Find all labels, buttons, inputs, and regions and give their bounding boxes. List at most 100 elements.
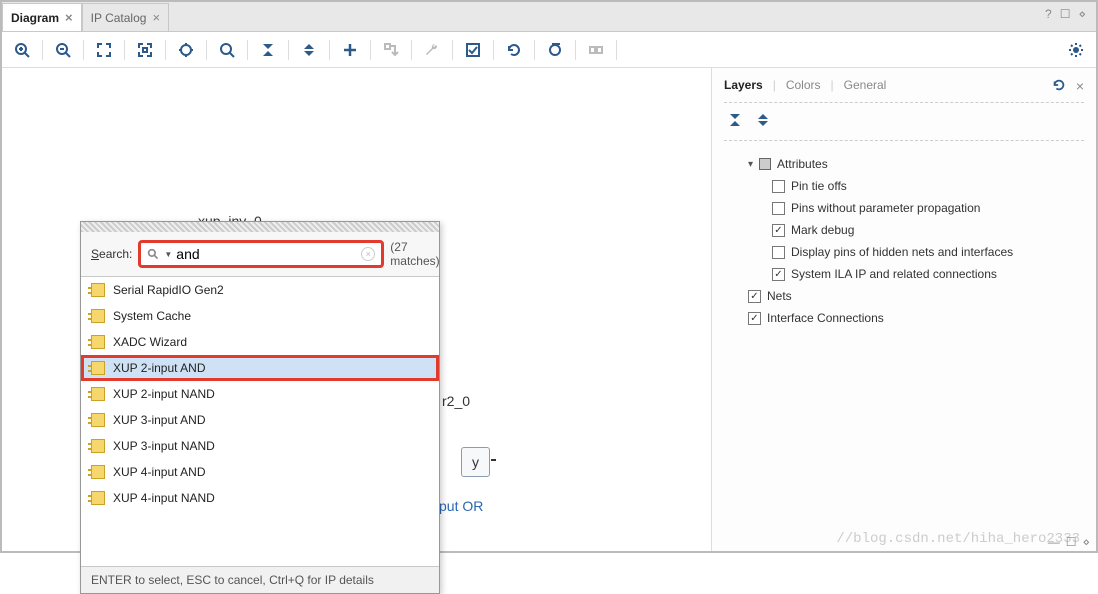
more-icon[interactable]: ⋄: [1078, 7, 1086, 21]
tree-item[interactable]: Pin tie offs: [724, 175, 1084, 197]
ip-chip-icon: [91, 361, 105, 375]
ip-list-item[interactable]: XADC Wizard: [81, 329, 439, 355]
diagram-canvas[interactable]: xup_inv_0 r2_0 y put OR Search: ▼ × (27 …: [2, 68, 711, 551]
maximize-icon[interactable]: ☐: [1060, 7, 1071, 21]
close-icon[interactable]: ×: [152, 10, 160, 25]
ip-list-item[interactable]: System Cache: [81, 303, 439, 329]
cut-icon[interactable]: [541, 36, 569, 64]
search-icon: [147, 248, 160, 261]
checkbox[interactable]: [748, 312, 761, 325]
tree-node-attributes[interactable]: ▾ Attributes: [724, 153, 1084, 175]
block-instance-label: r2_0: [442, 393, 470, 409]
ip-list-item[interactable]: XUP 2-input NAND: [81, 381, 439, 407]
search-icon[interactable]: [213, 36, 241, 64]
search-input-wrapper: ▼ ×: [138, 240, 384, 268]
ip-chip-icon: [91, 283, 105, 297]
ip-list-item[interactable]: XUP 4-input NAND: [81, 485, 439, 511]
close-icon[interactable]: ×: [1076, 78, 1084, 95]
tree-label: Mark debug: [791, 223, 854, 237]
chevron-down-icon[interactable]: ▾: [748, 159, 753, 170]
clear-icon[interactable]: ×: [361, 247, 375, 261]
side-tab-colors[interactable]: Colors: [786, 78, 821, 92]
ip-item-label: XADC Wizard: [113, 335, 187, 349]
fit-selection-icon[interactable]: [131, 36, 159, 64]
checkbox[interactable]: [772, 224, 785, 237]
tree-item[interactable]: Pins without parameter propagation: [724, 197, 1084, 219]
ip-list-item[interactable]: XUP 3-input NAND: [81, 433, 439, 459]
checkbox[interactable]: [772, 268, 785, 281]
maximize-icon[interactable]: ☐: [1066, 535, 1077, 549]
ip-item-label: System Cache: [113, 309, 191, 323]
checkbox[interactable]: [772, 202, 785, 215]
help-icon[interactable]: ?: [1045, 7, 1052, 21]
popup-hint: ENTER to select, ESC to cancel, Ctrl+Q f…: [81, 566, 439, 593]
refresh-icon[interactable]: [500, 36, 528, 64]
search-label: Search:: [91, 247, 132, 261]
checkbox[interactable]: [748, 290, 761, 303]
ip-chip-icon: [91, 335, 105, 349]
add-icon[interactable]: [336, 36, 364, 64]
group-icon[interactable]: [582, 36, 610, 64]
tree-item[interactable]: Display pins of hidden nets and interfac…: [724, 241, 1084, 263]
collapse-icon[interactable]: [254, 36, 282, 64]
side-tab-general[interactable]: General: [844, 78, 887, 92]
settings-icon[interactable]: [1062, 36, 1090, 64]
route-icon[interactable]: [377, 36, 405, 64]
ip-chip-icon: [91, 491, 105, 505]
toolbar: [2, 32, 1096, 68]
refresh-icon[interactable]: [1052, 78, 1066, 95]
tree-item[interactable]: Nets: [724, 285, 1084, 307]
tab-ip-catalog[interactable]: IP Catalog ×: [82, 3, 169, 31]
expand-icon[interactable]: [295, 36, 323, 64]
fit-icon[interactable]: [90, 36, 118, 64]
drag-handle[interactable]: [81, 222, 439, 232]
tab-right-controls: ? ☐ ⋄: [1045, 7, 1086, 21]
ip-item-label: XUP 4-input NAND: [113, 491, 215, 505]
check-icon[interactable]: [459, 36, 487, 64]
tab-bar: Diagram × IP Catalog × ? ☐ ⋄: [2, 2, 1096, 32]
zoom-out-icon[interactable]: [49, 36, 77, 64]
tree-label: Interface Connections: [767, 311, 884, 325]
watermark: //blog.csdn.net/hiha_hero2333: [836, 531, 1080, 547]
tree-item[interactable]: System ILA IP and related connections: [724, 263, 1084, 285]
close-icon[interactable]: ×: [65, 10, 73, 25]
ip-results-list[interactable]: Serial RapidIO Gen2 System Cache XADC Wiza…: [81, 276, 439, 566]
more-icon[interactable]: ⋄: [1082, 535, 1090, 549]
layers-tree: ▾ Attributes Pin tie offs Pins without p…: [724, 153, 1084, 329]
chevron-down-icon[interactable]: ▼: [164, 250, 172, 259]
ip-item-label: XUP 4-input AND: [113, 465, 206, 479]
match-count: (27 matches): [390, 240, 439, 268]
tree-label: Display pins of hidden nets and interfac…: [791, 245, 1013, 259]
ip-search-popup: Search: ▼ × (27 matches) Serial RapidIO …: [80, 221, 440, 594]
ip-list-item[interactable]: Serial RapidIO Gen2: [81, 277, 439, 303]
tree-item[interactable]: Interface Connections: [724, 307, 1084, 329]
block-port[interactable]: y: [461, 447, 490, 477]
footer-controls: — ☐ ⋄: [1048, 535, 1090, 549]
zoom-in-icon[interactable]: [8, 36, 36, 64]
expand-icon[interactable]: [756, 113, 770, 130]
minimize-icon[interactable]: —: [1048, 535, 1060, 549]
tab-label: Diagram: [11, 11, 59, 25]
wrench-icon[interactable]: [418, 36, 446, 64]
ip-item-label: XUP 2-input AND: [113, 361, 206, 375]
tree-item[interactable]: Mark debug: [724, 219, 1084, 241]
checkbox[interactable]: [772, 246, 785, 259]
collapse-icon[interactable]: [728, 113, 742, 130]
ip-item-label: XUP 2-input NAND: [113, 387, 215, 401]
ip-list-item[interactable]: XUP 2-input AND: [81, 355, 439, 381]
ip-item-label: XUP 3-input AND: [113, 413, 206, 427]
tab-diagram[interactable]: Diagram ×: [2, 3, 82, 31]
side-tab-layers[interactable]: Layers: [724, 78, 763, 92]
checkbox[interactable]: [772, 180, 785, 193]
ip-chip-icon: [91, 309, 105, 323]
tree-label: Nets: [767, 289, 792, 303]
ip-list-item[interactable]: XUP 4-input AND: [81, 459, 439, 485]
tab-label: IP Catalog: [91, 11, 147, 25]
group-icon: [759, 158, 771, 170]
center-icon[interactable]: [172, 36, 200, 64]
search-input[interactable]: [176, 246, 357, 262]
ip-item-label: Serial RapidIO Gen2: [113, 283, 224, 297]
properties-panel: Layers | Colors | General × ▾ Attributes: [711, 68, 1096, 551]
tree-label: System ILA IP and related connections: [791, 267, 997, 281]
ip-list-item[interactable]: XUP 3-input AND: [81, 407, 439, 433]
